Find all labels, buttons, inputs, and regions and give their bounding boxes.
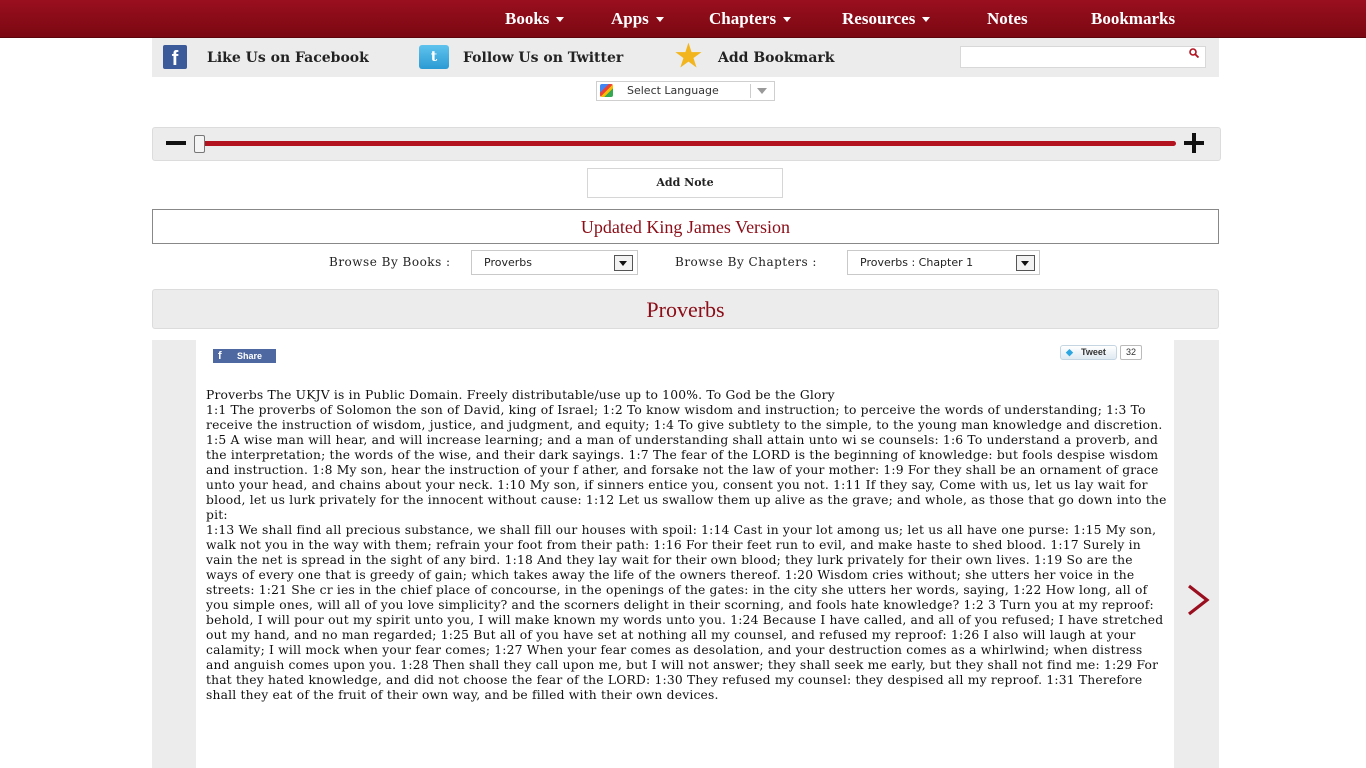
content-left-margin [152,340,196,768]
chevron-down-icon [783,16,792,22]
language-select-label: Select Language [627,84,719,97]
nav-apps[interactable]: Apps [611,0,664,37]
add-bookmark-label: Add Bookmark [718,50,835,66]
search-box [960,46,1206,68]
chevron-down-icon [757,88,767,94]
chevron-down-icon [556,16,565,22]
book-title: Proverbs [152,289,1219,329]
facebook-icon: f [218,350,222,362]
chapter-text: Proverbs The UKJV is in Public Domain. F… [206,388,1168,703]
language-select[interactable]: Select Language [596,81,775,101]
tweet-label: Tweet [1081,347,1106,357]
google-translate-icon [600,84,613,97]
twitter-icon: ◆ [1066,347,1073,357]
font-size-slider-track[interactable] [198,141,1176,146]
minus-icon[interactable] [166,141,186,145]
font-size-slider-bar [152,127,1221,161]
browse-books-value: Proverbs [484,256,532,269]
chapter-intro: Proverbs The UKJV is in Public Domain. F… [206,388,835,402]
chevron-down-icon [1016,255,1035,271]
chevron-down-icon [614,255,633,271]
browse-books-select[interactable]: Proverbs [471,250,638,275]
browse-chapters-select[interactable]: Proverbs : Chapter 1 [847,250,1040,275]
verse-paragraph: 1:1 The proverbs of Solomon the son of D… [206,403,1167,522]
nav-bookmarks-label: Bookmarks [1091,9,1176,28]
top-nav-bar: Books Apps Chapters Resources Notes Book… [0,0,1366,38]
tweet-count: 32 [1120,345,1142,360]
facebook-icon: f [163,45,187,70]
nav-notes-label: Notes [987,9,1028,28]
twitter-follow-label: Follow Us on Twitter [463,50,624,66]
chevron-right-icon[interactable] [1183,583,1213,617]
twitter-follow-link[interactable]: t Follow Us on Twitter [419,45,659,71]
chapter-content: f Share ◆ Tweet 32 Proverbs The UKJV is … [196,340,1174,768]
social-bar: f Like Us on Facebook t Follow Us on Twi… [152,38,1219,77]
chevron-down-icon [655,16,664,22]
nav-resources-label: Resources [842,9,916,28]
star-icon: ★ [675,39,702,74]
nav-books[interactable]: Books [505,0,565,37]
nav-books-label: Books [505,9,550,28]
facebook-share-button[interactable]: f Share [213,349,276,363]
add-bookmark-link[interactable]: ★ Add Bookmark [675,39,865,74]
browse-chapters-label: Browse By Chapters : [675,255,817,269]
chevron-down-icon [922,16,931,22]
version-title: Updated King James Version [152,209,1219,244]
verse-paragraph: 1:13 We shall find all precious substanc… [206,523,1164,702]
search-input[interactable] [961,49,1179,67]
nav-apps-label: Apps [611,9,649,28]
twitter-icon: t [419,45,449,69]
facebook-share-label: Share [237,351,263,361]
browse-books-label: Browse By Books : [329,255,451,269]
add-note-button[interactable]: Add Note [587,168,783,198]
facebook-like-label: Like Us on Facebook [207,50,369,66]
browse-chapters-value: Proverbs : Chapter 1 [860,256,974,269]
facebook-like-link[interactable]: f Like Us on Facebook [163,45,393,71]
nav-resources[interactable]: Resources [842,0,931,37]
divider [750,84,751,98]
tweet-button[interactable]: ◆ Tweet [1060,345,1117,360]
font-size-slider-handle[interactable] [194,135,205,153]
content-right-margin [1174,340,1219,768]
plus-icon[interactable] [1184,133,1204,153]
nav-notes[interactable]: Notes [987,0,1028,37]
nav-chapters-label: Chapters [709,9,777,28]
nav-chapters[interactable]: Chapters [709,0,792,37]
search-icon[interactable] [1189,48,1199,58]
nav-bookmarks[interactable]: Bookmarks [1091,0,1175,37]
